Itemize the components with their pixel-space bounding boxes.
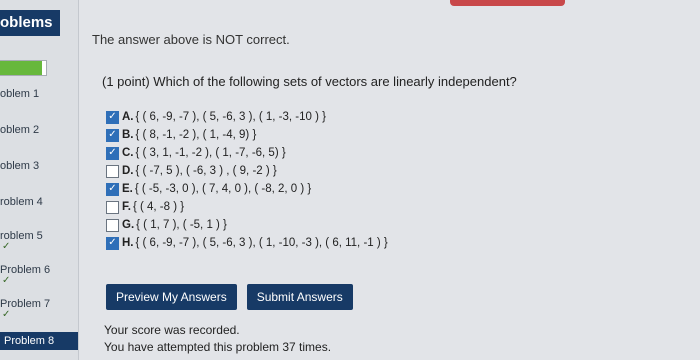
sidebar-item-label: oblem 1 — [0, 88, 40, 100]
sidebar-item-label: roblem 4 — [0, 196, 43, 208]
problems-sidebar: oblems oblem 1 oblem 2 oblem 3 roblem 4 robl… — [0, 0, 79, 360]
option-d[interactable]: D.{ ( -7, 5 ), ( -6, 3 ) , ( 9, -2 ) } — [106, 162, 388, 180]
sidebar-item-problem-3[interactable]: oblem 3 — [0, 160, 78, 172]
option-f[interactable]: F.{ ( 4, -8 ) } — [106, 198, 388, 216]
option-text: { ( -7, 5 ), ( -6, 3 ) , ( 9, -2 ) } — [135, 165, 277, 177]
score-result: Your score was recorded. You have attemp… — [104, 322, 331, 356]
option-b[interactable]: ✓ B.{ ( 8, -1, -2 ), ( 1, -4, 9) } — [106, 126, 388, 144]
progress-bar — [0, 60, 47, 76]
option-letter: C. — [122, 147, 134, 159]
option-checkbox[interactable] — [106, 200, 119, 214]
option-h[interactable]: ✓ H.{ ( 6, -9, -7 ), ( 5, -6, 3 ), ( 1, -… — [106, 234, 388, 252]
option-checkbox[interactable] — [106, 218, 119, 232]
option-text: { ( 6, -9, -7 ), ( 5, -6, 3 ), ( 1, -3, … — [135, 111, 326, 123]
check-icon: ✓ — [2, 275, 11, 286]
option-checkbox[interactable] — [106, 164, 119, 178]
option-checkbox[interactable]: ✓ — [106, 146, 119, 160]
sidebar-header: oblems — [0, 10, 60, 36]
check-icon: ✓ — [2, 309, 11, 320]
option-text: { ( 4, -8 ) } — [132, 201, 185, 213]
option-letter: A. — [122, 111, 134, 123]
option-checkbox[interactable]: ✓ — [106, 110, 119, 124]
progress-bar-fill — [0, 61, 43, 75]
sidebar-item-problem-6[interactable]: Problem 6 ✓ — [0, 264, 78, 286]
problem-panel: The answer above is NOT correct. (1 poin… — [88, 0, 700, 360]
option-text: { ( -5, -3, 0 ), ( 7, 4, 0 ), ( -8, 2, 0… — [134, 183, 312, 195]
option-text: { ( 6, -9, -7 ), ( 5, -6, 3 ), ( 1, -10,… — [135, 237, 388, 249]
sidebar-item-problem-4[interactable]: roblem 4 — [0, 196, 78, 208]
option-letter: G. — [122, 219, 135, 231]
option-letter: B. — [122, 129, 134, 141]
option-e[interactable]: ✓ E.{ ( -5, -3, 0 ), ( 7, 4, 0 ), ( -8, 2… — [106, 180, 388, 198]
sidebar-item-label: oblem 3 — [0, 160, 40, 172]
option-letter: D. — [122, 165, 134, 177]
option-checkbox[interactable]: ✓ — [106, 182, 119, 196]
sidebar-item-problem-1[interactable]: oblem 1 — [0, 88, 78, 100]
question-text: (1 point) Which of the following sets of… — [102, 74, 517, 89]
sidebar-item-label: oblem 2 — [0, 124, 40, 136]
option-text: { ( 8, -1, -2 ), ( 1, -4, 9) } — [135, 129, 257, 141]
submit-answers-button[interactable]: Submit Answers — [246, 284, 353, 310]
option-c[interactable]: ✓ C.{ ( 3, 1, -1, -2 ), ( 1, -7, -6, 5) } — [106, 144, 388, 162]
option-checkbox[interactable]: ✓ — [106, 236, 119, 250]
option-checkbox[interactable]: ✓ — [106, 128, 119, 142]
answer-status-message: The answer above is NOT correct. — [92, 32, 290, 47]
option-g[interactable]: G.{ ( 1, 7 ), ( -5, 1 ) } — [106, 216, 388, 234]
sidebar-item-label: Problem 8 — [4, 335, 55, 347]
option-text: { ( 3, 1, -1, -2 ), ( 1, -7, -6, 5) } — [135, 147, 286, 159]
option-letter: H. — [122, 237, 134, 249]
option-text: { ( 1, 7 ), ( -5, 1 ) } — [136, 219, 227, 231]
sidebar-item-problem-5[interactable]: roblem 5 ✓ — [0, 230, 78, 252]
sidebar-item-problem-2[interactable]: oblem 2 — [0, 124, 78, 136]
attempts-text: You have attempted this problem 37 times… — [104, 340, 332, 354]
option-a[interactable]: ✓ A.{ ( 6, -9, -7 ), ( 5, -6, 3 ), ( 1, -… — [106, 108, 388, 126]
score-recorded-text: Your score was recorded. — [104, 323, 240, 337]
preview-answers-button[interactable]: Preview My Answers — [106, 284, 237, 310]
check-icon: ✓ — [2, 241, 11, 252]
answer-options: ✓ A.{ ( 6, -9, -7 ), ( 5, -6, 3 ), ( 1, -… — [106, 108, 388, 252]
action-buttons: Preview My Answers Submit Answers — [106, 284, 353, 310]
option-letter: E. — [122, 183, 133, 195]
sidebar-item-problem-7[interactable]: Problem 7 ✓ — [0, 298, 78, 320]
sidebar-item-problem-8[interactable]: Problem 8 — [0, 332, 78, 350]
option-letter: F. — [122, 201, 131, 213]
